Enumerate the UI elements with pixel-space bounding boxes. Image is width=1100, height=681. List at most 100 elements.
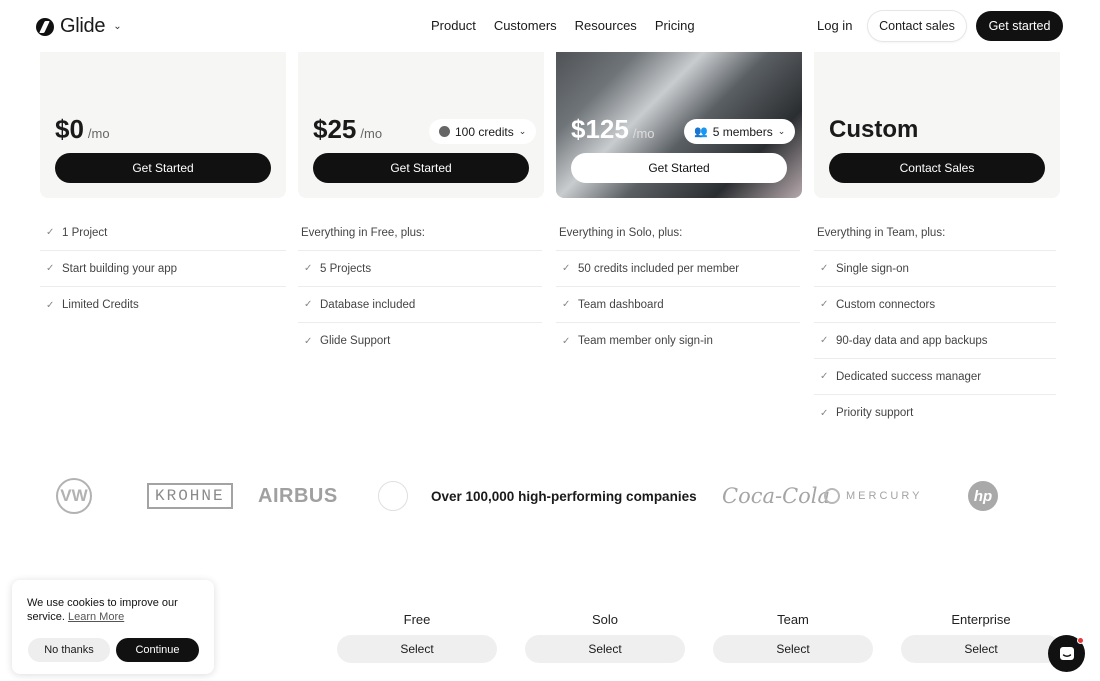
price-period: /mo	[360, 126, 383, 141]
members-label: 5 members	[712, 124, 773, 139]
credits-dropdown[interactable]: 100 credits ⌄	[429, 119, 537, 144]
compare-title: Solo	[591, 612, 619, 627]
check-icon: ✓	[562, 335, 571, 347]
krohne-wordmark: KROHNE	[147, 483, 233, 509]
price-period: /mo	[87, 126, 110, 141]
feature-list-enterprise: Everything in Team, plus: ✓ Single sign-o…	[814, 215, 1056, 431]
nav-product[interactable]: Product	[431, 18, 476, 33]
plan-get-started-button[interactable]: Get Started	[571, 153, 787, 183]
cookie-text: We use cookies to improve our service. L…	[27, 596, 199, 624]
check-icon: ✓	[304, 263, 313, 274]
no-thanks-button[interactable]: No thanks	[28, 638, 110, 662]
login-link[interactable]: Log in	[817, 18, 852, 33]
logo-text: Glide	[60, 15, 106, 37]
feature-text: 5 Projects	[320, 262, 372, 275]
airbus-logo: AIRBUS	[258, 476, 338, 516]
plan-price: $125/mo	[571, 114, 655, 145]
feature-item: ✓ Single sign-on	[814, 251, 1056, 287]
nav-customers[interactable]: Customers	[494, 18, 557, 33]
chat-launcher-button[interactable]	[1048, 635, 1085, 672]
customer-logos: VW KROHNE AIRBUS Over 100,000 high-perfo…	[0, 476, 1100, 516]
check-icon: ✓	[820, 407, 829, 419]
select-free-button[interactable]: Select	[337, 635, 497, 663]
airbus-wordmark: AIRBUS	[258, 484, 338, 507]
price-value: $125	[571, 114, 629, 144]
notification-badge	[1077, 637, 1084, 644]
feature-text: 90-day data and app backups	[836, 334, 988, 347]
feature-list-free: ✓ 1 Project ✓ Start building your app ✓ Lim…	[40, 215, 286, 323]
feature-text: Glide Support	[320, 335, 391, 347]
check-icon: ✓	[562, 263, 571, 274]
check-icon: ✓	[562, 299, 571, 310]
companies-tagline: Over 100,000 high-performing companies	[431, 476, 697, 516]
price-value: $25	[313, 114, 357, 144]
mercury-icon	[824, 488, 840, 504]
select-enterprise-button[interactable]: Select	[901, 635, 1061, 663]
feature-text: 50 credits included per member	[578, 262, 740, 275]
check-icon: ✓	[46, 227, 55, 238]
hp-mark: hp	[968, 481, 998, 511]
nav-pricing[interactable]: Pricing	[655, 18, 695, 33]
learn-more-link[interactable]: Learn More	[68, 611, 124, 623]
tagline-text: Over 100,000 high-performing companies	[431, 488, 697, 504]
check-icon: ✓	[304, 335, 313, 347]
feature-item: ✓ 50 credits included per member	[556, 251, 800, 287]
feature-item: ✓ Dedicated success manager	[814, 359, 1056, 395]
get-started-button[interactable]: Get started	[976, 11, 1063, 41]
check-icon: ✓	[304, 299, 313, 310]
compare-col-team: Team Select	[713, 612, 873, 663]
mercury-logo: MERCURY	[824, 476, 922, 516]
feature-text: Single sign-on	[836, 262, 909, 275]
chevron-down-icon: ⌄	[777, 126, 786, 136]
cookie-banner: We use cookies to improve our service. L…	[12, 580, 214, 674]
contact-sales-plan-button[interactable]: Contact Sales	[829, 153, 1045, 183]
select-team-button[interactable]: Select	[713, 635, 873, 663]
plan-get-started-button[interactable]: Get Started	[55, 153, 271, 183]
compare-title: Free	[403, 612, 431, 627]
plan-price: $0/mo	[55, 114, 110, 145]
price-period: /mo	[632, 126, 655, 141]
members-dropdown[interactable]: 👥 5 members ⌄	[684, 119, 796, 144]
feature-text: Database included	[320, 298, 416, 311]
credits-label: 100 credits	[455, 124, 514, 139]
faded-logo-mark	[378, 481, 408, 511]
chevron-down-icon[interactable]: ⌄	[113, 21, 121, 32]
check-icon: ✓	[46, 299, 55, 311]
continue-button[interactable]: Continue	[116, 638, 199, 662]
vw-mark: VW	[56, 478, 92, 514]
compare-title: Enterprise	[951, 612, 1011, 627]
site-header: Glide ⌄ Product Customers Resources Pric…	[0, 0, 1100, 52]
feature-intro: Everything in Solo, plus:	[556, 215, 800, 251]
logo[interactable]: Glide ⌄	[36, 15, 122, 38]
feature-list-team: Everything in Solo, plus: ✓ 50 credits in…	[556, 215, 800, 359]
feature-text: Start building your app	[62, 262, 178, 275]
credits-icon	[439, 126, 450, 137]
members-icon: 👥	[694, 126, 708, 138]
nav-resources[interactable]: Resources	[575, 18, 637, 33]
faded-logo	[378, 476, 408, 516]
chevron-down-icon: ⌄	[518, 126, 527, 136]
check-icon: ✓	[820, 335, 829, 346]
chat-icon	[1059, 646, 1074, 660]
coca-cola-wordmark: Coca-Cola	[722, 484, 831, 508]
plan-get-started-button[interactable]: Get Started	[313, 153, 529, 183]
check-icon: ✓	[46, 263, 55, 274]
feature-intro: Everything in Free, plus:	[298, 215, 542, 251]
feature-list-solo: Everything in Free, plus: ✓ 5 Projects ✓ D…	[298, 215, 542, 359]
compare-col-free: Free Select	[337, 612, 497, 663]
contact-sales-button[interactable]: Contact sales	[868, 11, 966, 41]
feature-item: ✓ Start building your app	[40, 251, 286, 287]
feature-text: Team dashboard	[578, 298, 664, 311]
feature-item: ✓ 90-day data and app backups	[814, 323, 1056, 359]
compare-col-solo: Solo Select	[525, 612, 685, 663]
feature-text: Limited Credits	[62, 299, 139, 311]
feature-item: ✓ Priority support	[814, 395, 1056, 431]
main-nav: Product Customers Resources Pricing	[431, 18, 695, 33]
feature-item: ✓ Glide Support	[298, 323, 542, 359]
feature-item: ✓ Limited Credits	[40, 287, 286, 323]
feature-text: Priority support	[836, 407, 914, 419]
feature-text: Custom connectors	[836, 298, 936, 311]
krohne-logo: KROHNE	[147, 476, 233, 516]
feature-text: Team member only sign-in	[578, 335, 713, 347]
select-solo-button[interactable]: Select	[525, 635, 685, 663]
